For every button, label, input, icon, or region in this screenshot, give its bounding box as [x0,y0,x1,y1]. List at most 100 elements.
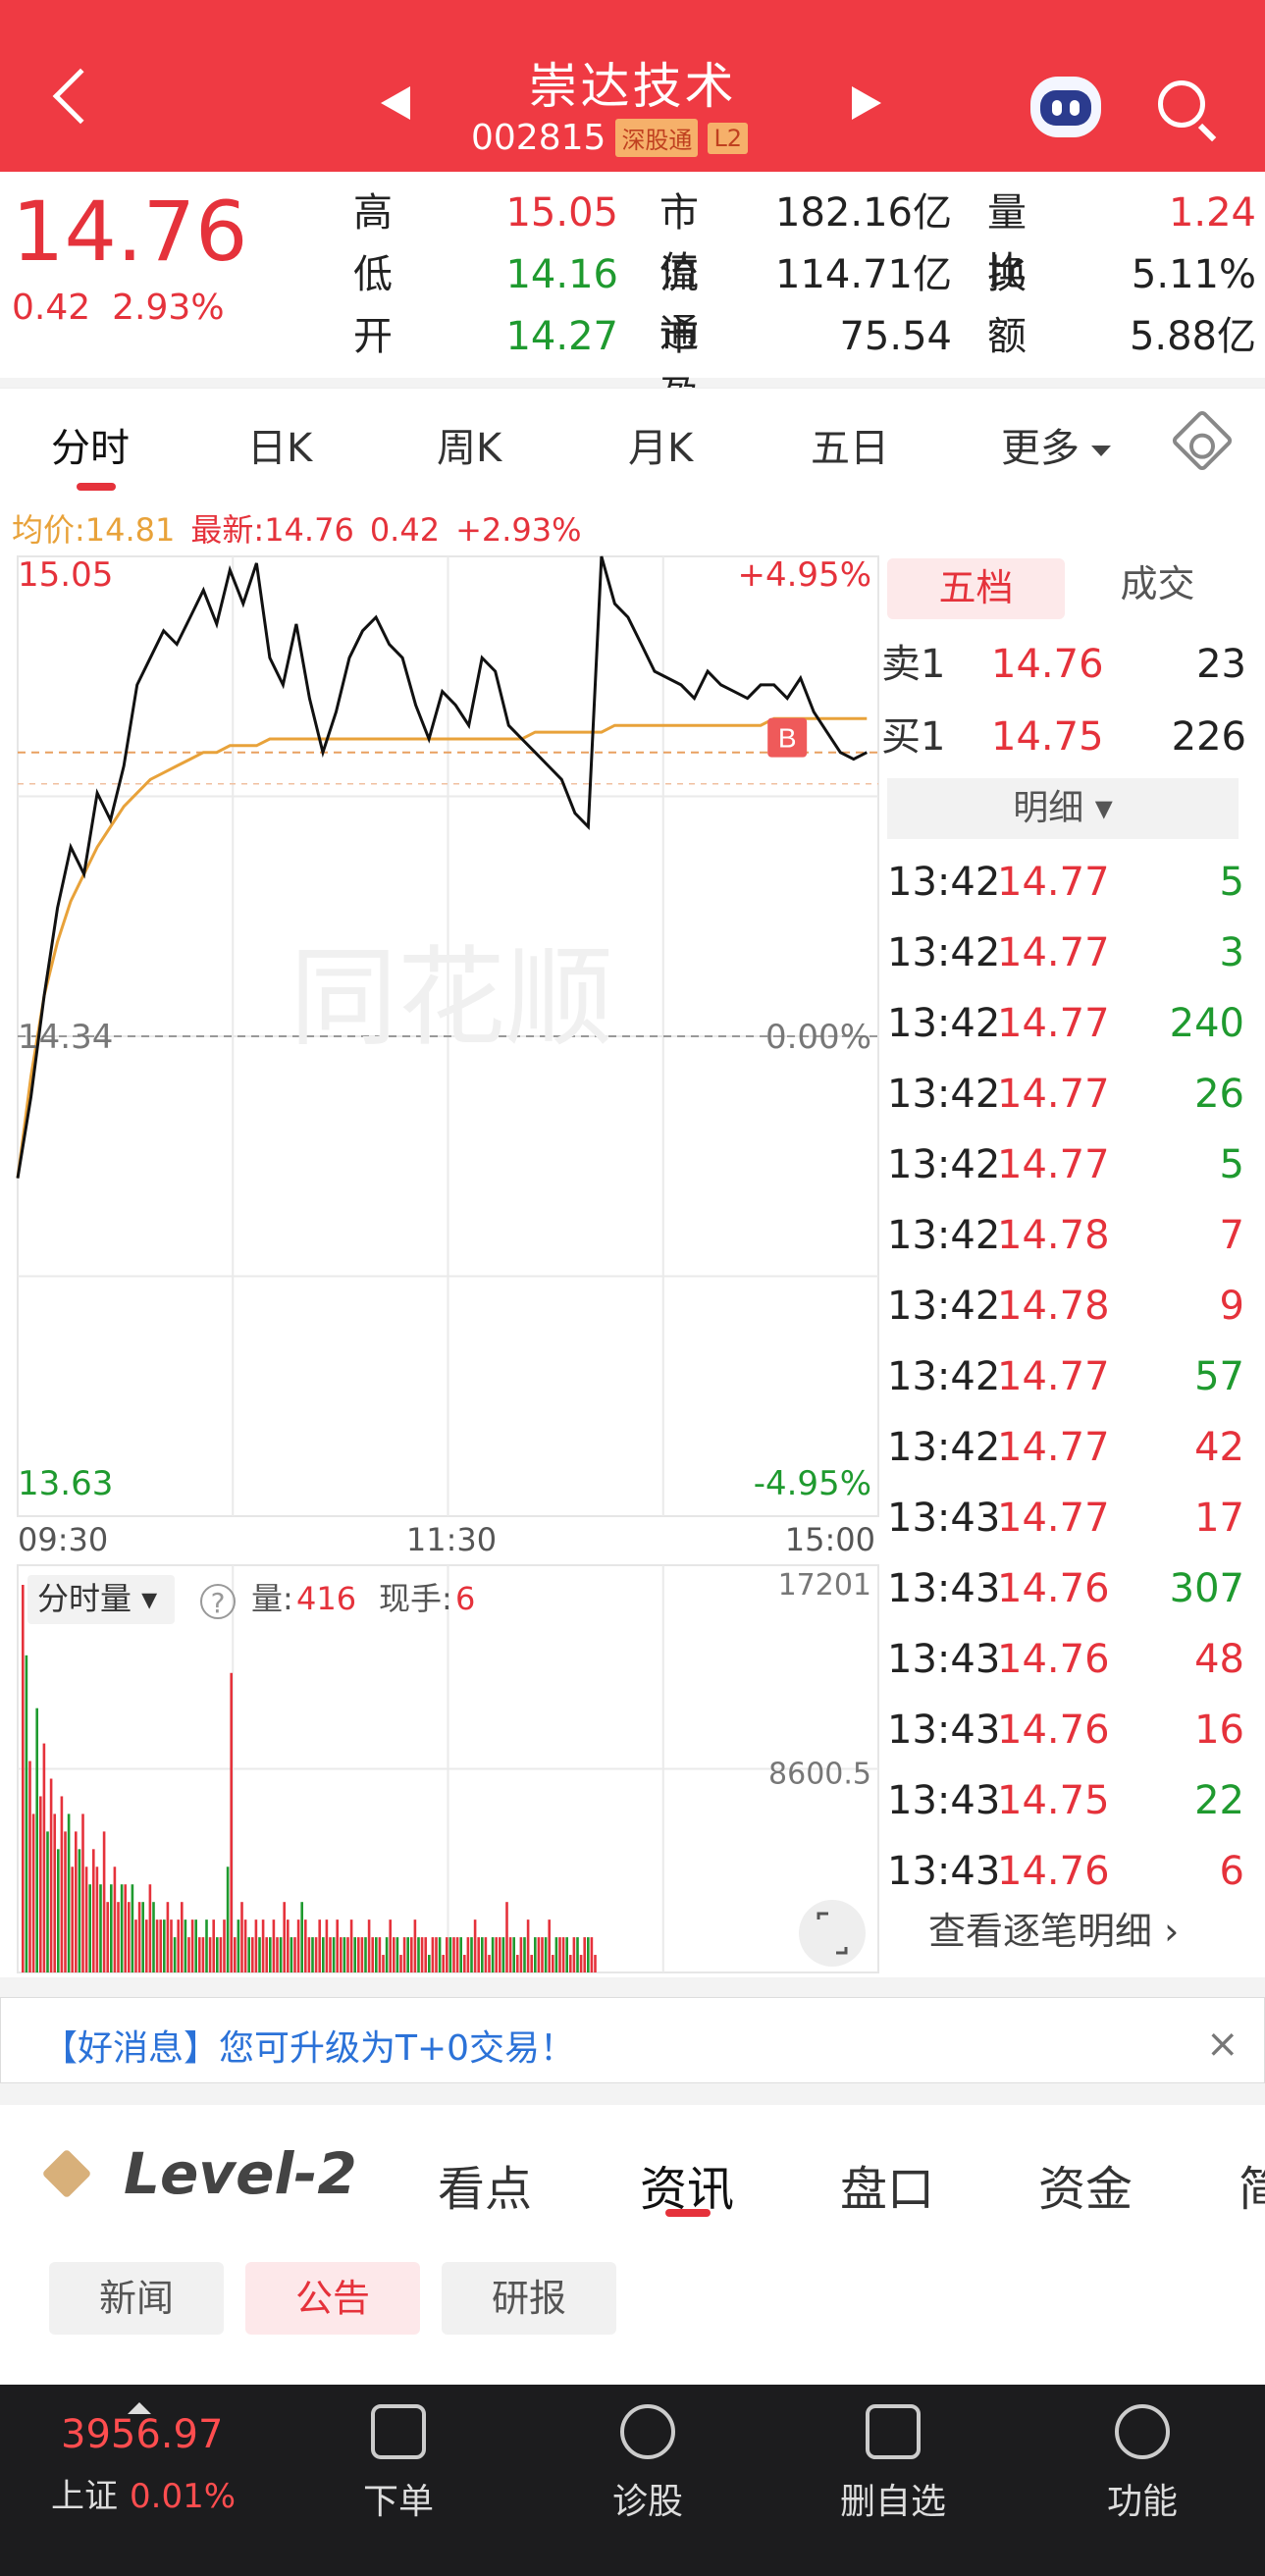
nav-remove-watchlist[interactable]: 删自选 [824,2404,962,2524]
volume-bar [558,1937,561,1972]
volume-bar [534,1937,537,1972]
chevron-down-icon [1091,445,1111,456]
detail-dropdown[interactable]: 明细 ▾ [887,778,1239,839]
trade-time: 13:42 [887,1072,1001,1117]
tab-weekly-k[interactable]: 周K [437,416,501,473]
volume-bar [516,1955,519,1972]
trade-time: 13:43 [887,1496,1001,1541]
volume-bar [544,1937,548,1972]
sell-1-row: 卖1 14.76 23 [881,635,1246,694]
trade-time: 13:42 [887,1001,1001,1046]
trade-volume: 307 [1169,1566,1244,1611]
view-tick-details-link[interactable]: 查看逐笔明细 › [928,1901,1179,1955]
trade-price: 14.77 [997,1496,1110,1541]
trade-price: 14.75 [997,1778,1110,1823]
volume-bar [375,1937,378,1972]
tab-daily-k[interactable]: 日K [247,416,312,473]
intraday-chart[interactable]: B 15.05 14.34 13.63 +4.95% 0.00% -4.95% 同花顺 09:3… [0,496,881,1977]
tab-capital[interactable]: 资金 [1038,2150,1133,2219]
trade-volume: 42 [1194,1425,1244,1470]
chip-research[interactable]: 研报 [442,2262,616,2335]
index-name: 上证 [51,2477,118,2516]
volume-bar [530,1955,533,1972]
current-price: 14.76 [12,184,248,280]
settings-icon[interactable] [1170,408,1235,473]
tab-trades[interactable]: 成交 [1069,554,1246,623]
volume-bar [216,1937,219,1972]
trade-row: 13:42 14.77 26 [881,1059,1246,1130]
stat-value: 182.16亿 [775,190,952,236]
volume-bar [329,1937,332,1972]
volume-bar [117,1902,120,1972]
nav-place-order[interactable]: 下单 [330,2404,467,2524]
volume-bar [505,1902,508,1972]
tab-more[interactable]: 更多 [1001,416,1111,473]
volume-bar [448,1937,452,1972]
volume-bar [53,1814,56,1972]
chip-announcements[interactable]: 公告 [245,2262,420,2335]
volume-bar [307,1937,311,1972]
tab-brief[interactable]: 简 [1239,2150,1265,2219]
volume-bar [466,1937,470,1972]
search-icon[interactable] [1158,80,1205,128]
trade-row: 13:43 14.75 22 [881,1765,1246,1836]
robot-assistant-icon[interactable] [1030,77,1101,137]
volume-bar [417,1937,420,1972]
volume-bar [22,1585,25,1972]
index-value[interactable]: 3956.97 [61,2412,223,2457]
trade-volume: 57 [1194,1354,1244,1399]
volume-bar [28,1761,31,1972]
stat-label: 额 [987,314,1027,359]
volume-bar [64,1831,67,1972]
sub-tabs: 新闻 公告 研报 [0,2242,1265,2385]
volume-bar [318,1919,321,1972]
volume-bar [519,1937,523,1972]
trade-time: 13:42 [887,1425,1001,1470]
volume-bar [459,1937,462,1972]
volume-bar [452,1937,455,1972]
trade-volume: 9 [1219,1284,1244,1329]
volume-bar [272,1919,276,1972]
nav-diagnose[interactable]: 诊股 [579,2404,716,2524]
sell-1-price: 14.76 [991,642,1104,687]
volume-type-dropdown: 分时量 ▾ [37,1580,157,1617]
volume-bar [346,1937,349,1972]
chip-news[interactable]: 新闻 [49,2262,224,2335]
volume-bar [357,1937,360,1972]
volume-bar [389,1919,392,1972]
trade-price: 14.77 [997,930,1110,975]
volume-bar [223,1919,226,1972]
tab-five-levels[interactable]: 五档 [887,558,1065,619]
diamond-icon [41,2148,92,2199]
trade-time: 13:43 [887,1849,1001,1894]
close-icon[interactable]: × [1206,2022,1239,2067]
volume-bar [402,1937,406,1972]
nav-functions[interactable]: 功能 [1074,2404,1211,2524]
trade-time: 13:43 [887,1708,1001,1753]
tab-intraday[interactable]: 分时 [51,416,130,473]
volume-bar [512,1937,515,1972]
orderbook-tabs: 五档 成交 [883,554,1246,623]
tab-five-day[interactable]: 五日 [811,416,889,473]
volume-bar [431,1937,435,1972]
volume-bar [371,1937,374,1972]
tab-order-flow[interactable]: 盘口 [840,2150,934,2219]
volume-bar [296,1919,300,1972]
hand-value: 6 [455,1580,475,1617]
volume-bar [177,1919,180,1972]
promo-banner[interactable]: 【好消息】您可升级为T+0交易！ × [0,1997,1265,2083]
level2-tab[interactable]: Level-2 [41,2140,357,2207]
volume-bar [349,1919,353,1972]
next-stock-icon[interactable] [852,86,881,120]
x-label-close: 15:00 [785,1521,875,1558]
volume-bar [406,1937,409,1972]
volume-bar [71,1866,74,1972]
tab-monthly-k[interactable]: 月K [628,416,693,473]
sell-1-label: 卖1 [881,642,946,687]
nav-place-order-label: 下单 [362,2482,434,2522]
volume-bar [523,1937,526,1972]
trade-row: 13:43 14.76 16 [881,1695,1246,1765]
volume-bar [304,1919,307,1972]
volume-bar [243,1919,247,1972]
tab-highlights[interactable]: 看点 [438,2150,532,2219]
